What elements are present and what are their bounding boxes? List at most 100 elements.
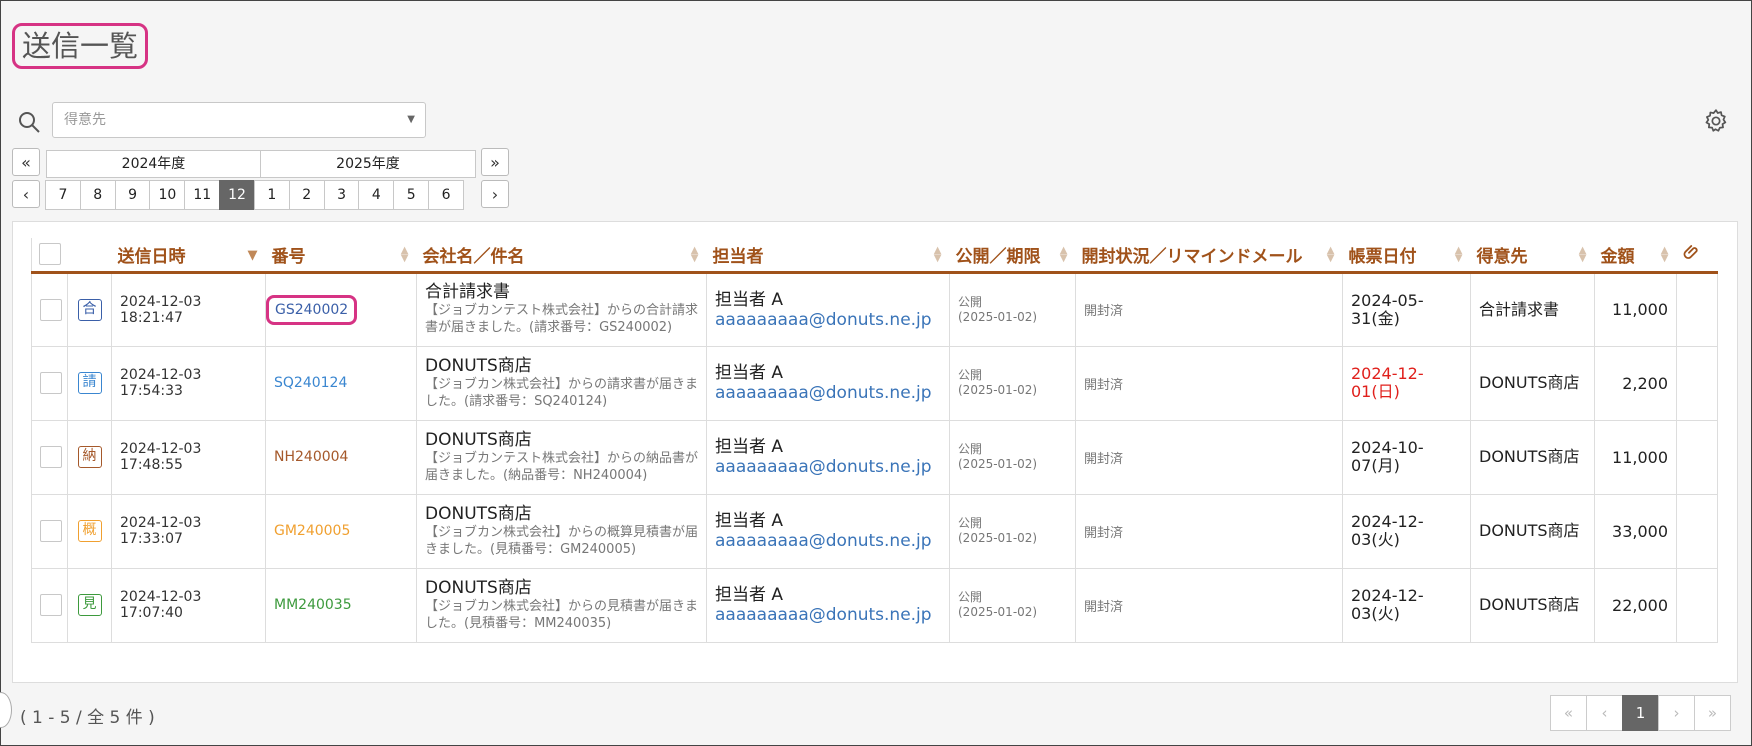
publish-status: 公開 — [958, 294, 983, 309]
month-selector: 7 8 9 10 11 12 1 2 3 4 5 6 — [45, 180, 464, 210]
document-number-link[interactable]: MM240035 — [274, 597, 352, 613]
amount: 33,000 — [1612, 521, 1668, 541]
sort-icon: ▲ ▼ — [1059, 245, 1068, 264]
client-name: DONUTS商店 — [1479, 373, 1580, 392]
publish-deadline: (2025-01-02) — [958, 531, 1038, 545]
person-name: 担当者 A — [715, 511, 784, 531]
open-status: 開封済 — [1084, 377, 1124, 393]
sort-icon: ▲ ▼ — [933, 245, 942, 264]
person-email[interactable]: aaaaaaaaa@donuts.ne.jp — [715, 383, 941, 403]
person-email[interactable]: aaaaaaaaa@donuts.ne.jp — [715, 531, 941, 551]
sort-icon: ▲ ▼ — [1326, 245, 1335, 264]
row-checkbox[interactable] — [40, 594, 62, 616]
person-name: 担当者 A — [715, 585, 784, 605]
month-button[interactable]: 3 — [323, 180, 360, 210]
row-checkbox[interactable] — [40, 372, 62, 394]
publish-status: 公開 — [958, 516, 983, 530]
person-email[interactable]: aaaaaaaaa@donuts.ne.jp — [715, 457, 941, 477]
person-email[interactable]: aaaaaaaaa@donuts.ne.jp — [715, 310, 941, 330]
pager-prev-button[interactable]: ‹ — [1586, 695, 1623, 731]
month-button[interactable]: 2 — [288, 180, 325, 210]
amount: 2,200 — [1622, 373, 1668, 393]
client-select[interactable]: 得意先 ▼ — [52, 102, 426, 138]
subject-description: 【ジョブカン株式会社】からの概算見積書が届きました。(見積番号：GM240005… — [425, 524, 699, 557]
subject-description: 【ジョブカンテスト株式会社】からの納品書が届きました。(納品番号：NH24000… — [425, 450, 699, 483]
select-all-checkbox[interactable] — [38, 243, 61, 266]
chevron-left-icon: ‹ — [22, 184, 30, 204]
pager-last-button[interactable]: » — [1694, 695, 1731, 731]
month-button[interactable]: 4 — [358, 180, 395, 210]
table-row[interactable]: 合 2024-12-03 18:21:47 GS240002 合計請求書 【ジョブカンテス… — [31, 271, 1718, 347]
sort-doc-date[interactable]: 帳票日付 ▲ ▼ — [1342, 238, 1471, 274]
document-type-badge: 請 — [77, 372, 102, 394]
open-status: 開封済 — [1084, 599, 1124, 615]
table-header-row: 送信日時 ▼ 番号 ▲ ▼ 会社名／件名 ▲ ▼ 担当者 ▲ ▼ 公開／期限 ▲ ▼ 開封状況／リ… — [31, 238, 1718, 274]
sort-amount[interactable]: 金額 ▲ ▼ — [1594, 238, 1677, 274]
table-row[interactable]: 請 2024-12-03 17:54:33 SQ240124 DONUTS商店 【ジョブカ… — [31, 345, 1718, 421]
person-name: 担当者 A — [715, 437, 784, 457]
pager-next-button[interactable]: › — [1658, 695, 1695, 731]
sort-open-status[interactable]: 開封状況／リマインドメール ▲ ▼ — [1075, 238, 1343, 274]
document-number-link[interactable]: GS240002 — [275, 302, 348, 318]
open-status: 開封済 — [1084, 525, 1124, 541]
month-button[interactable]: 7 — [45, 180, 81, 210]
sent-date: 2024-12-03 — [120, 441, 202, 457]
sort-person[interactable]: 担当者 ▲ ▼ — [706, 238, 950, 274]
subject-description: 【ジョブカン株式会社】からの見積書が届きました。(見積番号：MM240035) — [425, 598, 699, 631]
month-button[interactable]: 9 — [114, 180, 151, 210]
sort-publish[interactable]: 公開／期限 ▲ ▼ — [949, 238, 1076, 274]
row-checkbox[interactable] — [40, 520, 62, 542]
sent-date: 2024-12-03 — [120, 515, 202, 531]
document-number-link[interactable]: SQ240124 — [274, 375, 347, 391]
publish-status: 公開 — [958, 368, 983, 382]
sort-sent-at[interactable]: 送信日時 ▼ — [111, 238, 266, 274]
publish-status: 公開 — [958, 590, 983, 604]
result-count: ( 1 - 5 / 全 5 件 ) — [20, 708, 155, 728]
search-icon[interactable] — [17, 110, 41, 134]
prev-year-button[interactable]: « — [12, 148, 40, 176]
document-number-link[interactable]: GM240005 — [274, 523, 350, 539]
doc-date: 2024-12- 03(火) — [1351, 512, 1424, 549]
month-button[interactable]: 11 — [184, 180, 221, 210]
sort-client[interactable]: 得意先 ▲ ▼ — [1470, 238, 1595, 274]
month-button[interactable]: 8 — [79, 180, 116, 210]
sort-icon: ▲ ▼ — [690, 245, 699, 264]
client-name: 合計請求書 — [1479, 299, 1560, 319]
document-type-badge: 合 — [77, 298, 102, 321]
sent-time: 17:33:07 — [120, 531, 183, 547]
doc-date: 2024-05- 31(金) — [1351, 290, 1424, 328]
gear-icon[interactable] — [1703, 108, 1729, 134]
table-row[interactable]: 見 2024-12-03 17:07:40 MM240035 DONUTS商店 【ジョブカ… — [31, 567, 1718, 643]
sort-company-subject[interactable]: 会社名／件名 ▲ ▼ — [416, 238, 707, 274]
client-select-placeholder: 得意先 — [64, 112, 106, 128]
amount: 22,000 — [1612, 595, 1668, 615]
table-row[interactable]: 概 2024-12-03 17:33:07 GM240005 DONUTS商店 【ジョブカ… — [31, 493, 1718, 569]
sort-number[interactable]: 番号 ▲ ▼ — [265, 238, 417, 274]
document-number-link[interactable]: NH240004 — [274, 449, 348, 465]
person-email[interactable]: aaaaaaaaa@donuts.ne.jp — [715, 605, 941, 625]
sort-icon: ▲ ▼ — [1578, 245, 1587, 264]
next-year-button[interactable]: » — [481, 148, 509, 176]
month-button[interactable]: 10 — [149, 180, 186, 210]
open-status: 開封済 — [1084, 451, 1124, 467]
fiscal-year-2024: 2024年度 — [46, 150, 261, 178]
row-checkbox[interactable] — [40, 298, 62, 321]
next-month-button[interactable]: › — [481, 180, 509, 208]
month-button[interactable]: 5 — [393, 180, 430, 210]
table-row[interactable]: 納 2024-12-03 17:48:55 NH240004 DONUTS商店 【ジョブカ… — [31, 419, 1718, 495]
sent-time: 17:54:33 — [120, 383, 183, 399]
chevron-down-icon: ▼ — [407, 114, 415, 125]
subject-description: 【ジョブカンテスト株式会社】からの合計請求書が届きました。(請求番号：GS240… — [425, 303, 699, 335]
row-checkbox[interactable] — [40, 446, 62, 468]
month-button[interactable]: 6 — [428, 180, 464, 210]
sent-date: 2024-12-03 — [120, 367, 202, 383]
doc-date: 2024-12- 03(火) — [1351, 586, 1424, 623]
sent-time: 17:07:40 — [120, 605, 183, 621]
sent-time: 17:48:55 — [120, 457, 183, 473]
pager-first-button[interactable]: « — [1550, 695, 1587, 731]
month-button[interactable]: 1 — [253, 180, 290, 210]
sent-date: 2024-12-03 — [120, 589, 202, 605]
pager-page-button[interactable]: 1 — [1622, 695, 1659, 731]
prev-month-button[interactable]: ‹ — [12, 180, 40, 208]
month-button-selected[interactable]: 12 — [219, 180, 255, 210]
